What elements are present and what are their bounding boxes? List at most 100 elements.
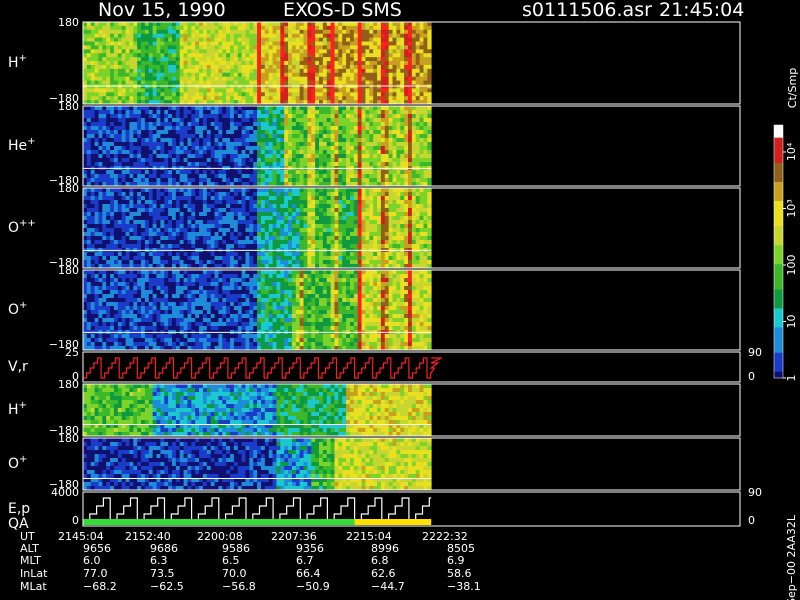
- heatmap-cell: [373, 41, 378, 46]
- heatmap-cell: [415, 122, 420, 127]
- heatmap-cell: [187, 228, 192, 233]
- heatmap-cell: [396, 92, 401, 97]
- heatmap-cell: [222, 200, 227, 205]
- heatmap-cell: [156, 61, 161, 66]
- heatmap-cell: [86, 76, 92, 81]
- heatmap-cell: [353, 64, 359, 70]
- heatmap-cell: [353, 146, 359, 151]
- heatmap-cell: [175, 92, 181, 97]
- heatmap-cell: [392, 45, 397, 50]
- heatmap-cell: [377, 178, 382, 183]
- heatmap-cell: [171, 228, 177, 233]
- heatmap-cell: [160, 158, 165, 163]
- heatmap-cell: [260, 220, 266, 225]
- heatmap-cell: [334, 154, 339, 159]
- heatmap-cell: [129, 76, 134, 81]
- heatmap-cell: [311, 68, 316, 74]
- heatmap-cell: [175, 244, 181, 249]
- heatmap-cell: [338, 96, 343, 101]
- heatmap-cell: [152, 122, 157, 127]
- heatmap-cell: [164, 240, 169, 245]
- heatmap-cell: [349, 33, 355, 39]
- heatmap-cell: [408, 174, 413, 179]
- heatmap-cell: [113, 88, 119, 93]
- heatmap-cell: [411, 88, 417, 93]
- heatmap-cell: [319, 122, 324, 127]
- heatmap-cell: [133, 178, 138, 183]
- heatmap-cell: [330, 178, 335, 183]
- heatmap-cell: [291, 212, 297, 217]
- heatmap-cell: [171, 106, 177, 111]
- heatmap-cell: [86, 41, 92, 46]
- heatmap-cell: [361, 45, 366, 50]
- heatmap-cell: [125, 178, 130, 183]
- heatmap-cell: [129, 236, 134, 241]
- heatmap-cell: [268, 138, 273, 143]
- heatmap-cell: [322, 76, 328, 81]
- heatmap-cell: [179, 45, 184, 50]
- heatmap-cell: [117, 146, 123, 151]
- heatmap-cell: [264, 260, 270, 265]
- heatmap-cell: [423, 150, 428, 155]
- heatmap-cell: [179, 216, 184, 221]
- heatmap-cell: [144, 252, 150, 257]
- heatmap-cell: [419, 92, 424, 97]
- heatmap-cell: [113, 22, 119, 27]
- heatmap-cell: [218, 244, 223, 249]
- header-instrument: EXOS-D SMS: [283, 0, 402, 21]
- heatmap-cell: [338, 49, 343, 54]
- heatmap-cell: [268, 212, 273, 217]
- heatmap-cell: [338, 68, 343, 74]
- heatmap-cell: [191, 252, 196, 257]
- heatmap-cell: [137, 45, 142, 50]
- heatmap-cell: [98, 114, 103, 119]
- heatmap-cell: [144, 228, 150, 233]
- heatmap-cell: [349, 22, 355, 27]
- heatmap-cell: [423, 84, 428, 89]
- heatmap-cell: [117, 236, 123, 241]
- heatmap-cell: [264, 122, 270, 127]
- heatmap-cell: [423, 154, 428, 159]
- heatmap-cell: [214, 92, 219, 97]
- heatmap-cell: [264, 110, 270, 115]
- heatmap-cell: [299, 162, 304, 167]
- heatmap-cell: [168, 110, 173, 115]
- heatmap-cell: [83, 256, 88, 261]
- heatmap-cell: [83, 114, 88, 119]
- heatmap-cell: [284, 224, 289, 229]
- heatmap-cell: [307, 126, 312, 131]
- heatmap-cell: [315, 134, 320, 139]
- heatmap-cell: [423, 33, 428, 39]
- heatmap-cell: [199, 80, 204, 85]
- heatmap-cell: [183, 244, 188, 249]
- heatmap-cell: [334, 96, 339, 101]
- heatmap-cell: [315, 256, 320, 261]
- heatmap-cell: [326, 49, 332, 54]
- heatmap-cell: [299, 106, 304, 111]
- heatmap-cell: [303, 134, 308, 139]
- heatmap-cell: [83, 154, 88, 159]
- heatmap-cell: [230, 68, 235, 74]
- heatmap-cell: [253, 228, 258, 233]
- heatmap-cell: [210, 260, 215, 265]
- header-time: 21:45:04: [659, 0, 744, 21]
- heatmap-cell: [307, 22, 312, 27]
- heatmap-cell: [164, 72, 169, 78]
- heatmap-cell: [295, 45, 301, 50]
- heatmap-cell: [404, 110, 409, 115]
- heatmap-cell: [175, 134, 181, 139]
- heatmap-cell: [303, 196, 308, 201]
- heatmap-cell: [349, 29, 355, 35]
- heatmap-cell: [365, 114, 370, 119]
- heatmap-cell: [404, 25, 409, 31]
- heatmap-cell: [98, 252, 103, 257]
- heatmap-cell: [206, 118, 212, 123]
- heatmap-cell: [291, 232, 297, 237]
- heatmap-cell: [380, 106, 386, 111]
- heatmap-cell: [187, 232, 192, 237]
- heatmap-cell: [137, 88, 142, 93]
- heatmap-cell: [117, 96, 123, 101]
- heatmap-cell: [322, 208, 328, 213]
- heatmap-cell: [218, 236, 223, 241]
- heatmap-cell: [423, 174, 428, 179]
